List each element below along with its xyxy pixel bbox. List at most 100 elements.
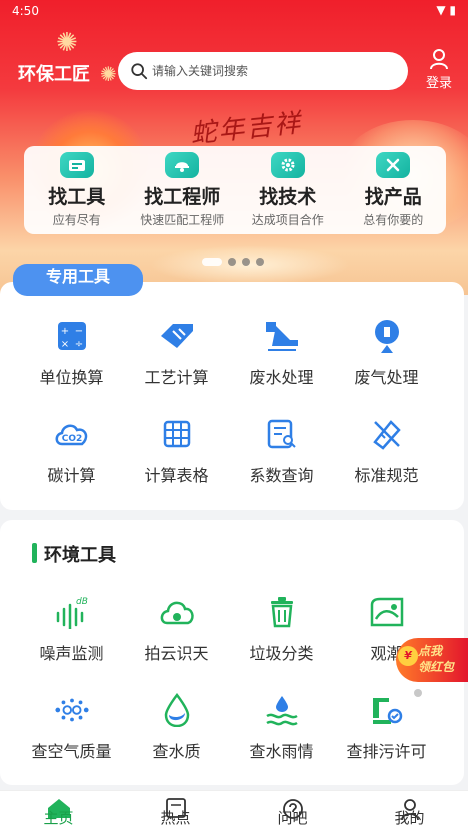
- tool-carbon-calc[interactable]: CO2 碳计算: [19, 416, 124, 514]
- tool-wastewater[interactable]: 废水处理: [229, 318, 334, 416]
- bottom-nav: 主页 热点 问吧 我的: [0, 790, 468, 833]
- tool-exhaust-gas[interactable]: 废气处理: [334, 318, 439, 416]
- tool-standards[interactable]: 标准规范: [334, 416, 439, 514]
- gear-icon: [270, 152, 305, 178]
- tool-label: 查水质: [152, 742, 201, 761]
- special-tools-grid: +−× ÷ 单位换算 工艺计算 废水处理 废气处理 CO2 碳计算 计算表格: [19, 318, 439, 514]
- tool-unit-conversion[interactable]: + − × ÷ 单位换算: [19, 318, 124, 416]
- quick-entry-subtitle: 总有你要的: [363, 213, 424, 227]
- pagination-dot[interactable]: [242, 258, 250, 266]
- quick-entry-find-engineer[interactable]: 找工程师 快速匹配工程师: [130, 146, 236, 234]
- quick-entry-subtitle: 应有尽有: [52, 213, 101, 227]
- login-button[interactable]: 登录: [426, 48, 452, 91]
- tool-label: 系数查询: [249, 466, 314, 485]
- nav-label: 热点: [160, 809, 191, 827]
- close-icon[interactable]: [414, 689, 422, 697]
- permit-icon: [369, 692, 405, 728]
- engineer-icon: [165, 152, 200, 178]
- nav-ask[interactable]: 问吧: [234, 791, 351, 833]
- svg-text:÷: ÷: [74, 339, 82, 350]
- wrench-icon: [376, 152, 411, 178]
- decibel-icon: dB: [54, 594, 90, 630]
- nav-home[interactable]: 主页: [0, 791, 117, 833]
- red-packet-badge[interactable]: ¥ 点我 领红包: [396, 638, 468, 682]
- pagination-dot[interactable]: [256, 258, 264, 266]
- tool-coefficient-query[interactable]: 系数查询: [229, 416, 334, 514]
- status-time: 4:50: [12, 4, 39, 18]
- firework-icon: ✺: [56, 28, 78, 58]
- status-icons: ▼ ▮: [436, 3, 456, 17]
- tool-label: 工艺计算: [144, 368, 209, 387]
- tool-label: 碳计算: [47, 466, 96, 485]
- red-packet-line1: 点我: [418, 644, 443, 658]
- co2-cloud-icon: CO2: [54, 416, 90, 452]
- quick-entry-title: 找工程师: [144, 186, 221, 208]
- nav-label: 主页: [43, 809, 74, 827]
- firework-icon: ✺: [100, 62, 117, 86]
- quick-entry-card: 找工具 应有尽有 找工程师 快速匹配工程师 找技术 达成项目合作 找产品 总有你…: [24, 146, 446, 234]
- quick-entry-subtitle: 快速匹配工程师: [140, 213, 225, 227]
- pagination-dot[interactable]: [228, 258, 236, 266]
- quick-entry-title: 找产品: [364, 186, 422, 208]
- tool-cloud-recognition[interactable]: 拍云识天: [124, 594, 229, 692]
- banner-pagination: [202, 258, 264, 266]
- svg-text:dB: dB: [76, 597, 88, 607]
- tool-noise-monitor[interactable]: dB 噪声监测: [19, 594, 124, 692]
- coin-icon: ¥: [398, 646, 418, 666]
- search-input[interactable]: [152, 64, 392, 78]
- tool-label: 单位换算: [39, 368, 104, 387]
- tool-calc-table[interactable]: 计算表格: [124, 416, 229, 514]
- app-title: 环保工匠: [18, 64, 90, 85]
- tool-label: 标准规范: [354, 466, 419, 485]
- tool-rain-water[interactable]: 查水雨情: [229, 692, 334, 790]
- section-title: 环境工具: [32, 541, 116, 567]
- quick-entry-find-tech[interactable]: 找技术 达成项目合作: [235, 146, 341, 234]
- quick-entry-find-tools[interactable]: 找工具 应有尽有: [24, 146, 130, 234]
- tide-icon: [369, 594, 405, 630]
- tool-water-quality[interactable]: 查水质: [124, 692, 229, 790]
- user-icon: [429, 49, 448, 70]
- special-tools-tag: 专用工具: [13, 264, 143, 296]
- nav-hot[interactable]: 热点: [117, 791, 234, 833]
- quick-entry-title: 找技术: [259, 186, 317, 208]
- quick-entry-subtitle: 达成项目合作: [251, 213, 324, 227]
- tool-air-quality[interactable]: 查空气质量: [19, 692, 124, 790]
- water-drop-icon: [159, 692, 195, 728]
- quick-entry-find-product[interactable]: 找产品 总有你要的: [341, 146, 447, 234]
- search-bar[interactable]: [118, 52, 408, 90]
- tool-label: 垃圾分类: [249, 644, 314, 663]
- nav-label: 问吧: [277, 809, 308, 827]
- quick-entry-title: 找工具: [48, 186, 106, 208]
- tool-label: 查水雨情: [249, 742, 314, 761]
- tool-discharge-permit[interactable]: 查排污许可: [334, 692, 439, 790]
- toolbox-icon: [59, 152, 94, 178]
- svg-text:×: ×: [60, 339, 68, 350]
- pagination-dot[interactable]: [202, 258, 222, 266]
- environment-tools-grid: dB 噪声监测 拍云识天 垃圾分类 观潮 查空气质量 查水质 查水雨情 查排污许…: [19, 594, 439, 790]
- tool-label: 查空气质量: [31, 742, 112, 761]
- tool-label: 废水处理: [249, 368, 314, 387]
- ruler-pencil-icon: [159, 318, 195, 354]
- nav-mine[interactable]: 我的: [351, 791, 468, 833]
- trash-icon: [264, 594, 300, 630]
- cloud-icon: [159, 594, 195, 630]
- rain-water-icon: [264, 692, 300, 728]
- banner-slogan: 蛇年吉祥: [189, 108, 304, 150]
- tool-label: 噪声监测: [39, 644, 104, 663]
- svg-text:−: −: [74, 326, 82, 337]
- table-icon: [159, 416, 195, 452]
- svg-text:+: +: [60, 326, 68, 337]
- svg-text:CO2: CO2: [61, 434, 82, 444]
- wastewater-icon: [264, 318, 300, 354]
- red-packet-line2: 领红包: [418, 660, 455, 674]
- tool-label: 废气处理: [354, 368, 419, 387]
- calculator-icon: + − × ÷: [54, 318, 90, 354]
- pencil-ruler-icon: [369, 416, 405, 452]
- tool-label: 查排污许可: [346, 742, 427, 761]
- nav-label: 我的: [394, 809, 425, 827]
- tool-garbage-sorting[interactable]: 垃圾分类: [229, 594, 334, 692]
- search-icon: [131, 63, 148, 80]
- exhaust-gas-icon: [369, 318, 405, 354]
- tool-label: 拍云识天: [144, 644, 209, 663]
- tool-process-calc[interactable]: 工艺计算: [124, 318, 229, 416]
